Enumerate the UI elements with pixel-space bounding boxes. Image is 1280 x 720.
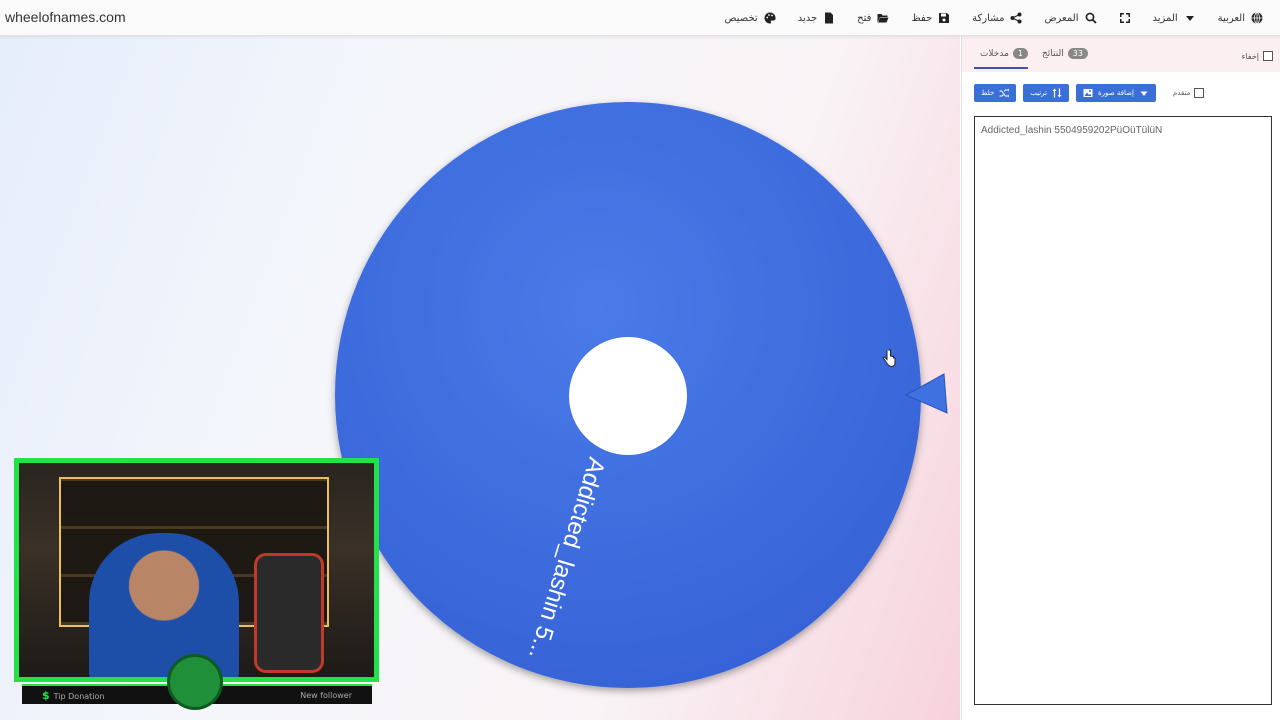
webcam-chair <box>254 553 324 673</box>
caret-down-icon <box>1185 16 1194 21</box>
new-follower-label: New follower <box>300 690 352 700</box>
entries-toolbar: خلط ترتيب إضافة صورة متقدم <box>974 84 1205 102</box>
shuffle-button[interactable]: خلط <box>974 84 1017 102</box>
search-icon <box>1085 12 1097 24</box>
webcam-overlay: $ Tip Donation New follower <box>14 458 379 710</box>
sort-label: ترتيب <box>1030 89 1048 97</box>
menu-customize[interactable]: تخصيص <box>714 0 787 36</box>
advanced-checkbox[interactable] <box>1194 88 1205 98</box>
menu-save[interactable]: حفظ <box>900 0 961 36</box>
hide-panel-option[interactable]: إخفاء <box>1242 51 1273 61</box>
shuffle-label: خلط <box>981 89 995 97</box>
sort-icon <box>1052 88 1062 98</box>
top-menu: العربية المزيد المعرض مشاركة حفظ فتح جدي… <box>714 0 1274 36</box>
menu-new[interactable]: جديد <box>787 0 846 36</box>
webcam-streamer <box>89 533 239 677</box>
menu-new-label: جديد <box>797 12 818 24</box>
caret-down-icon <box>1140 91 1148 96</box>
hand-pointer-icon <box>882 349 896 368</box>
tip-donation-text: Tip Donation <box>53 691 105 701</box>
tab-results-label: النتائج <box>1042 48 1064 59</box>
save-icon <box>939 13 950 23</box>
menu-open[interactable]: فتح <box>846 0 900 36</box>
entries-count-badge: 1 <box>1012 48 1028 59</box>
menu-more[interactable]: المزيد <box>1142 0 1207 36</box>
tip-donation-label: $ Tip Donation <box>42 689 105 702</box>
tab-results[interactable]: 33 النتائج <box>1042 48 1088 59</box>
menu-fullscreen[interactable] <box>1108 0 1142 36</box>
menu-gallery[interactable]: المعرض <box>1033 0 1107 36</box>
wheel-center-hub[interactable] <box>569 337 687 455</box>
menu-open-label: فتح <box>857 12 872 24</box>
hide-checkbox[interactable] <box>1263 51 1273 61</box>
add-image-button[interactable]: إضافة صورة <box>1076 84 1157 102</box>
webcam-frame <box>14 458 379 682</box>
globe-icon <box>1251 12 1263 24</box>
hide-label: إخفاء <box>1241 51 1259 61</box>
palette-icon <box>764 12 776 24</box>
fullscreen-icon <box>1119 13 1130 23</box>
entries-textarea[interactable]: Addicted_lashin 5504959202PüOüTülüN <box>974 116 1272 705</box>
folder-open-icon <box>877 14 889 23</box>
panel-tabs: 1 مدخلات 33 النتائج إخفاء <box>962 36 1280 72</box>
menu-customize-label: تخصيص <box>724 12 758 24</box>
tab-entries-label: مدخلات <box>979 48 1009 59</box>
menu-language[interactable]: العربية <box>1207 0 1274 36</box>
menu-share-label: مشاركة <box>972 12 1005 24</box>
menu-save-label: حفظ <box>911 12 933 24</box>
tab-entries[interactable]: 1 مدخلات <box>974 48 1028 69</box>
menu-gallery-label: المعرض <box>1044 12 1079 24</box>
add-image-label: إضافة صورة <box>1098 89 1135 97</box>
menu-more-label: المزيد <box>1152 12 1178 24</box>
new-file-icon <box>825 12 834 24</box>
top-bar: wheelofnames.com العربية المزيد المعرض م… <box>0 0 1280 36</box>
image-icon <box>1083 89 1093 97</box>
advanced-option[interactable]: متقدم <box>1173 88 1205 98</box>
shuffle-icon <box>999 88 1010 98</box>
channel-logo <box>167 654 223 710</box>
menu-share[interactable]: مشاركة <box>961 0 1033 36</box>
dollar-icon: $ <box>42 688 50 702</box>
entries-panel: 1 مدخلات 33 النتائج إخفاء خلط ترتيب إضاف… <box>961 36 1280 720</box>
sort-button[interactable]: ترتيب <box>1023 84 1070 102</box>
advanced-label: متقدم <box>1173 89 1191 97</box>
results-count-badge: 33 <box>1067 48 1088 59</box>
site-title[interactable]: wheelofnames.com <box>5 9 126 25</box>
menu-language-label: العربية <box>1217 12 1245 24</box>
share-icon <box>1010 12 1022 24</box>
